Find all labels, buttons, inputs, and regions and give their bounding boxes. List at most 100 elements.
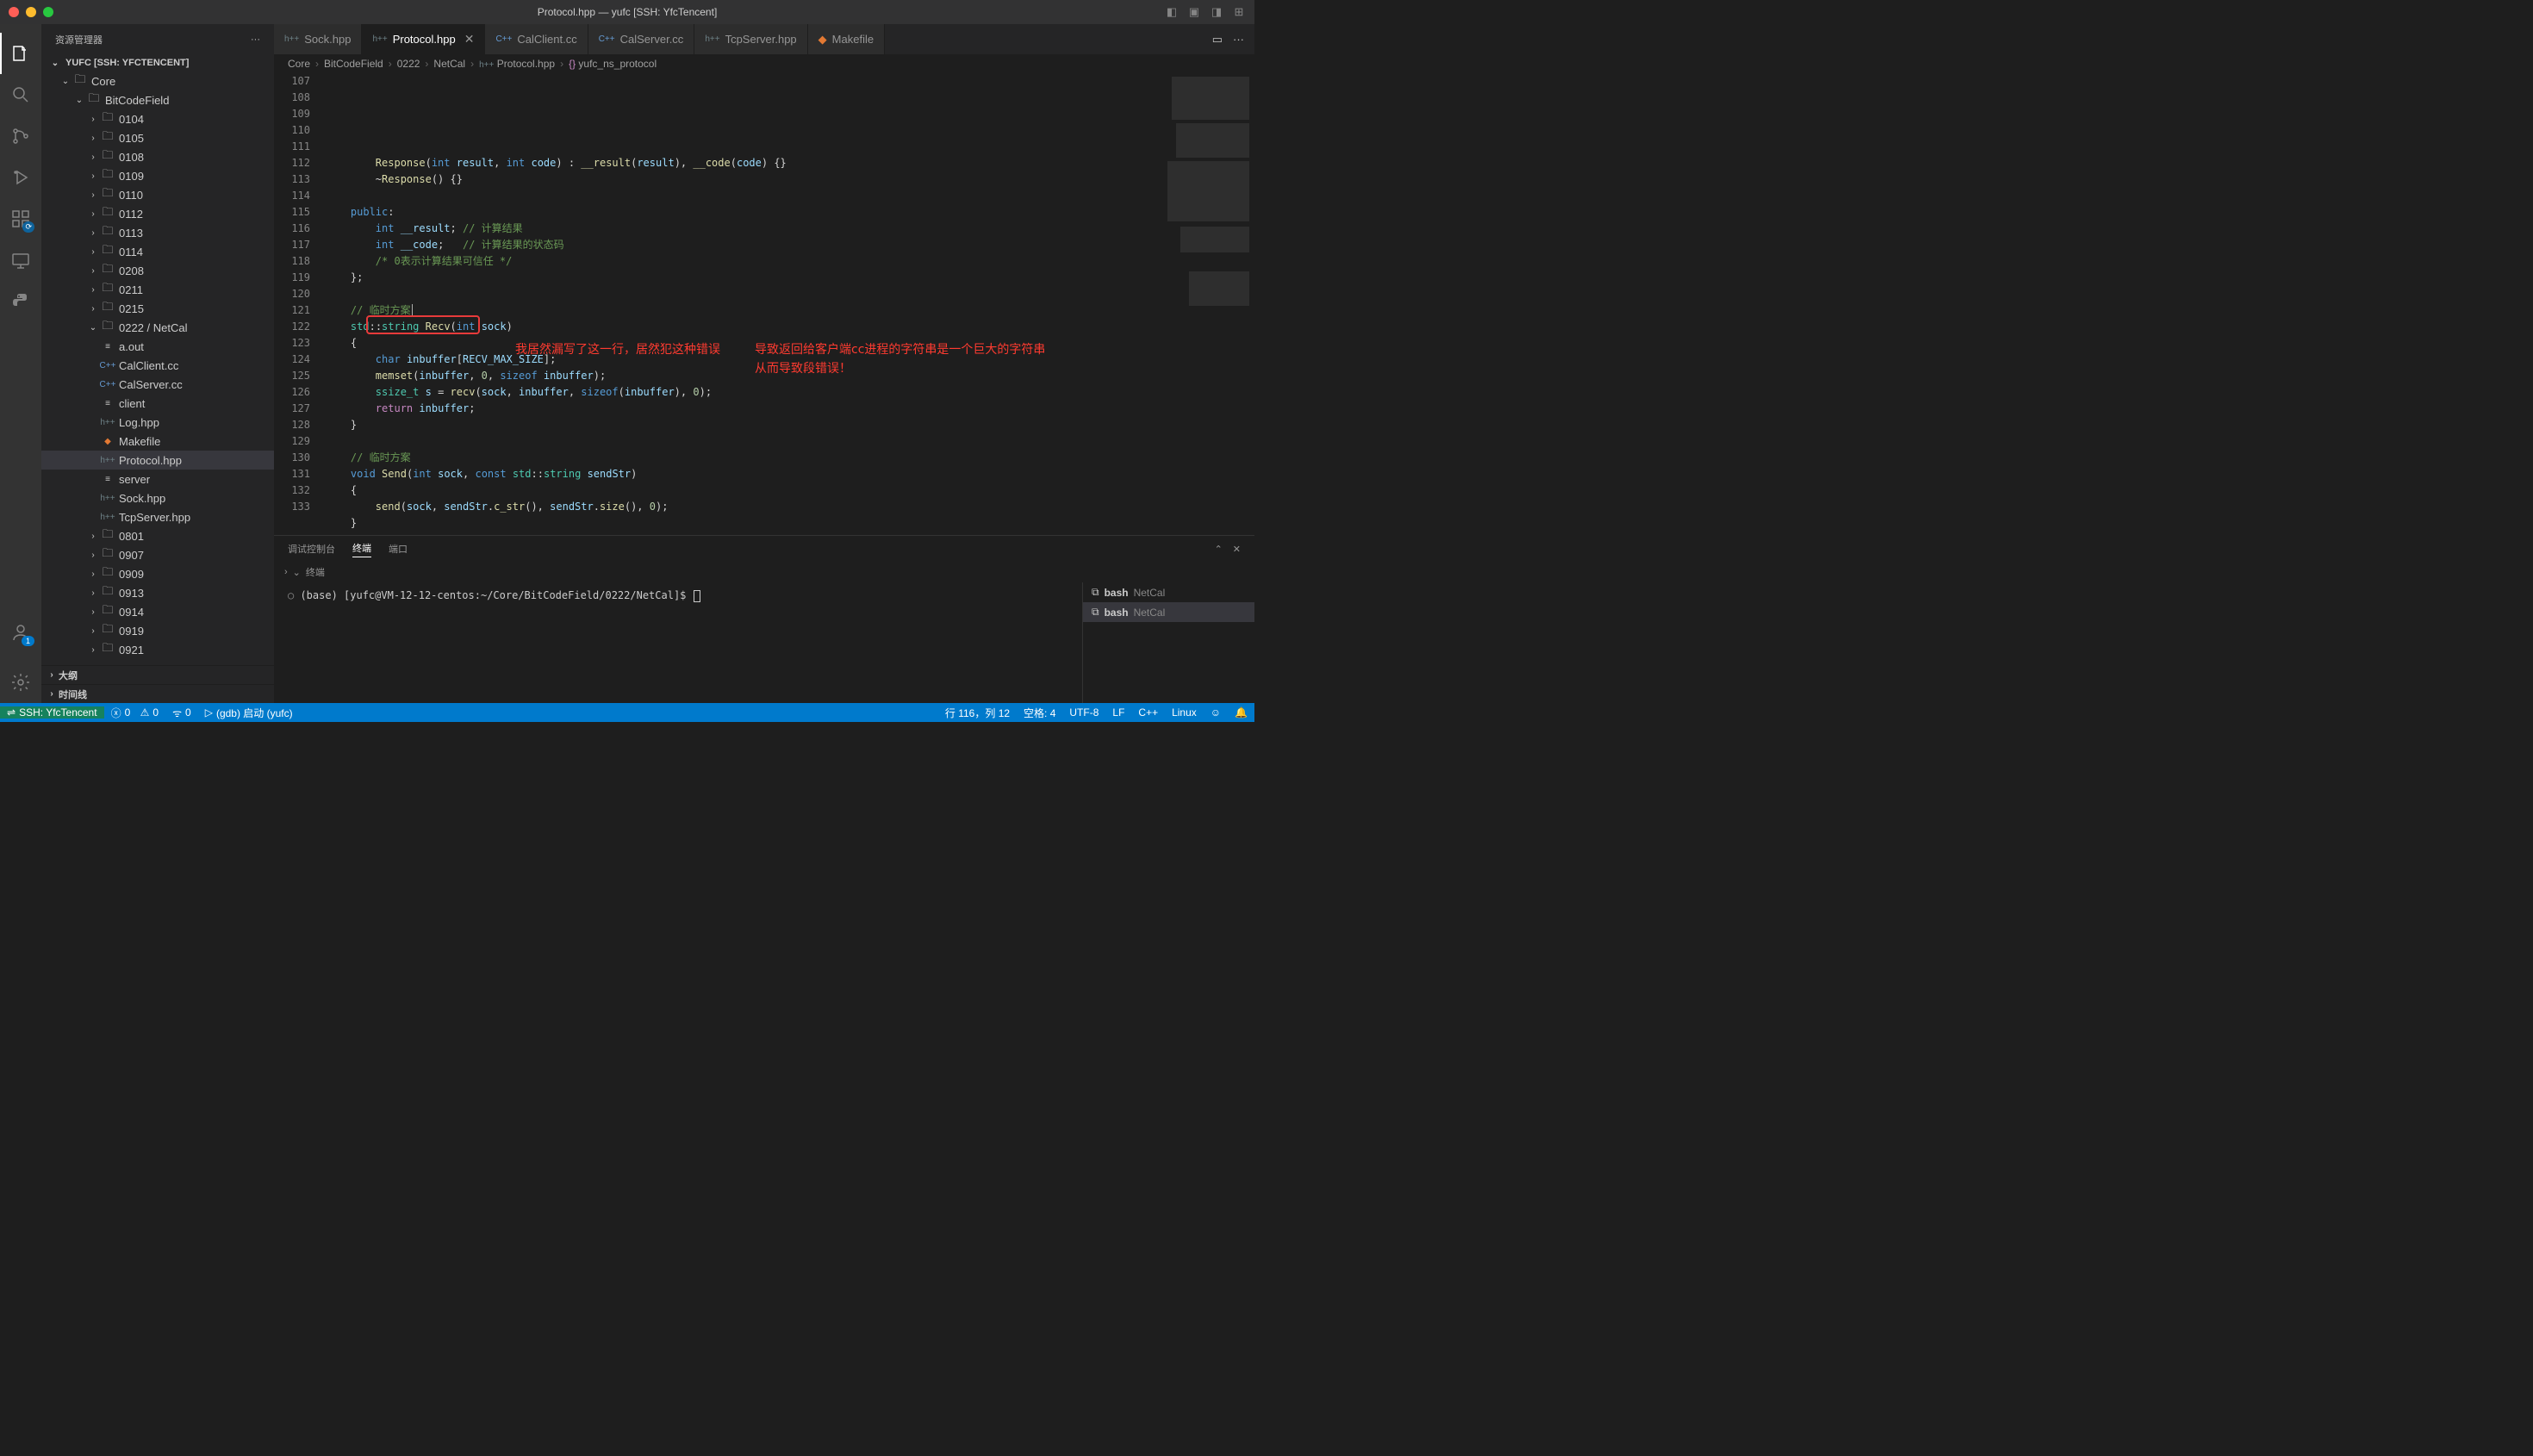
tab-calserver-cc[interactable]: C++CalServer.cc <box>588 24 695 54</box>
breadcrumb-item[interactable]: {} yufc_ns_protocol <box>569 58 657 70</box>
folder-item[interactable]: ›🗀0114 <box>41 242 274 261</box>
tab-protocol-hpp[interactable]: h++Protocol.hpp✕ <box>362 24 485 54</box>
file-item[interactable]: C++CalClient.cc <box>41 356 274 375</box>
status-eol[interactable]: LF <box>1105 706 1131 720</box>
folder-item[interactable]: ›🗀0919 <box>41 621 274 640</box>
breadcrumb-item[interactable]: BitCodeField <box>324 58 383 70</box>
minimize-window-button[interactable] <box>26 7 36 17</box>
terminal-task-item[interactable]: ⧉ bash NetCal <box>1083 602 1254 622</box>
minimap[interactable] <box>1151 73 1254 535</box>
chevron-right-icon: › <box>45 689 59 699</box>
folder-item[interactable]: ›🗀0104 <box>41 109 274 128</box>
tab-makefile[interactable]: ◆Makefile <box>808 24 885 54</box>
folder-item[interactable]: ›🗀0108 <box>41 147 274 166</box>
file-item[interactable]: h++TcpServer.hpp <box>41 507 274 526</box>
folder-item[interactable]: ›🗀0112 <box>41 204 274 223</box>
status-feedback-icon[interactable]: ☺ <box>1204 706 1228 720</box>
status-ports[interactable]: ᯤ0 <box>165 706 198 720</box>
terminal[interactable]: ○ (base) [yufc@VM-12-12-centos:~/Core/Bi… <box>274 582 1082 703</box>
status-encoding[interactable]: UTF-8 <box>1062 706 1105 720</box>
file-item[interactable]: ≡server <box>41 470 274 488</box>
breadcrumb-item[interactable]: Core <box>288 58 310 70</box>
tab-terminal[interactable]: 终端 <box>352 541 371 557</box>
status-os[interactable]: Linux <box>1165 706 1204 720</box>
folder-item[interactable]: ›🗀0801 <box>41 526 274 545</box>
tab-calclient-cc[interactable]: C++CalClient.cc <box>485 24 588 54</box>
folder-item[interactable]: ›🗀0113 <box>41 223 274 242</box>
outline-section[interactable]: ›大纲 <box>41 665 274 684</box>
tab-debug-console[interactable]: 调试控制台 <box>288 542 335 556</box>
file-tree[interactable]: ⌄🗀Core ⌄🗀BitCodeField ›🗀0104›🗀0105›🗀0108… <box>41 72 274 665</box>
python-view-icon[interactable] <box>0 281 41 322</box>
accounts-icon[interactable]: 1 <box>0 612 41 653</box>
open-preview-icon[interactable]: ▭ <box>1212 33 1223 47</box>
status-remote[interactable]: ⇌SSH: YfcTencent <box>0 706 104 719</box>
editor-body[interactable]: 1071081091101111121131141151161171181191… <box>274 73 1254 535</box>
folder-item[interactable]: ›🗀0105 <box>41 128 274 147</box>
folder-item[interactable]: ›🗀0913 <box>41 583 274 602</box>
breadcrumb[interactable]: Core›BitCodeField›0222›NetCal›h++ Protoc… <box>274 54 1254 73</box>
folder-item[interactable]: ›🗀0914 <box>41 602 274 621</box>
breadcrumb-item[interactable]: h++ Protocol.hpp <box>479 58 555 70</box>
folder-item[interactable]: ›🗀0907 <box>41 545 274 564</box>
code-content[interactable]: 我居然漏写了这一行，居然犯这种错误 导致返回给客户端cc进程的字符串是一个巨大的… <box>326 73 1151 535</box>
toggle-panel-bottom-icon[interactable]: ▣ <box>1187 5 1201 19</box>
chevron-down-icon[interactable]: ⌄ <box>293 567 301 578</box>
layout-grid-icon[interactable]: ⊞ <box>1232 5 1246 19</box>
maximize-window-button[interactable] <box>43 7 53 17</box>
panel-maximize-icon[interactable]: ⌃ <box>1215 544 1223 555</box>
breadcrumb-item[interactable]: 0222 <box>397 58 420 70</box>
tab-ports[interactable]: 端口 <box>389 542 408 556</box>
source-control-view-icon[interactable] <box>0 115 41 157</box>
breadcrumb-item[interactable]: NetCal <box>433 58 465 70</box>
timeline-section[interactable]: ›时间线 <box>41 684 274 703</box>
folder-item[interactable]: ›🗀0208 <box>41 261 274 280</box>
close-tab-icon[interactable]: ✕ <box>464 32 475 47</box>
sidebar-more-icon[interactable]: ··· <box>251 34 260 45</box>
remote-explorer-view-icon[interactable] <box>0 240 41 281</box>
tab-sock-hpp[interactable]: h++Sock.hpp <box>274 24 362 54</box>
workspace-root-label: YUFC [SSH: YFCTENCENT] <box>65 58 189 68</box>
more-actions-icon[interactable]: ··· <box>1233 33 1244 46</box>
file-item[interactable]: ≡client <box>41 394 274 413</box>
folder-item[interactable]: ›🗀0215 <box>41 299 274 318</box>
toggle-panel-right-icon[interactable]: ◨ <box>1210 5 1223 19</box>
extensions-view-icon[interactable]: ⟳ <box>0 198 41 240</box>
explorer-view-icon[interactable] <box>0 33 41 74</box>
folder-item[interactable]: ›🗀0921 <box>41 640 274 659</box>
file-item[interactable]: ◆Makefile <box>41 432 274 451</box>
chevron-down-icon: ⌄ <box>72 96 86 105</box>
file-item[interactable]: h++Sock.hpp <box>41 488 274 507</box>
status-indent[interactable]: 空格: 4 <box>1017 706 1062 720</box>
status-debug[interactable]: ▷(gdb) 启动 (yufc) <box>198 706 300 720</box>
folder-netcal[interactable]: ⌄🗀0222 / NetCal <box>41 318 274 337</box>
folder-bitcodefield[interactable]: ⌄🗀BitCodeField <box>41 90 274 109</box>
chevron-right-icon[interactable]: › <box>284 567 288 577</box>
file-item[interactable]: h++Log.hpp <box>41 413 274 432</box>
file-item[interactable]: C++CalServer.cc <box>41 375 274 394</box>
file-icon: ≡ <box>100 475 115 484</box>
toggle-panel-left-icon[interactable]: ◧ <box>1165 5 1179 19</box>
file-item[interactable]: ≡a.out <box>41 337 274 356</box>
status-language[interactable]: C++ <box>1131 706 1165 720</box>
settings-icon[interactable] <box>0 662 41 703</box>
panel-tabs: 调试控制台 终端 端口 ⌃ ✕ <box>274 536 1254 562</box>
search-view-icon[interactable] <box>0 74 41 115</box>
folder-item[interactable]: ›🗀0109 <box>41 166 274 185</box>
debug-view-icon[interactable] <box>0 157 41 198</box>
file-item[interactable]: h++Protocol.hpp <box>41 451 274 470</box>
folder-item[interactable]: ›🗀0211 <box>41 280 274 299</box>
folder-label: 0909 <box>119 568 144 581</box>
workspace-root[interactable]: ⌄ YUFC [SSH: YFCTENCENT] <box>41 54 274 72</box>
close-window-button[interactable] <box>9 7 19 17</box>
terminal-task-item[interactable]: ⧉ bash NetCal <box>1083 582 1254 602</box>
tab-tcpserver-hpp[interactable]: h++TcpServer.hpp <box>694 24 807 54</box>
folder-core[interactable]: ⌄🗀Core <box>41 72 274 90</box>
folder-item[interactable]: ›🗀0909 <box>41 564 274 583</box>
titlebar-layout-controls: ◧ ▣ ◨ ⊞ <box>1165 5 1254 19</box>
status-cursor[interactable]: 行 116，列 12 <box>938 706 1017 720</box>
folder-item[interactable]: ›🗀0110 <box>41 185 274 204</box>
status-bell-icon[interactable]: 🔔 <box>1228 706 1254 720</box>
panel-close-icon[interactable]: ✕ <box>1233 544 1241 555</box>
status-problems[interactable]: ⓧ0 ⚠0 <box>104 706 166 720</box>
